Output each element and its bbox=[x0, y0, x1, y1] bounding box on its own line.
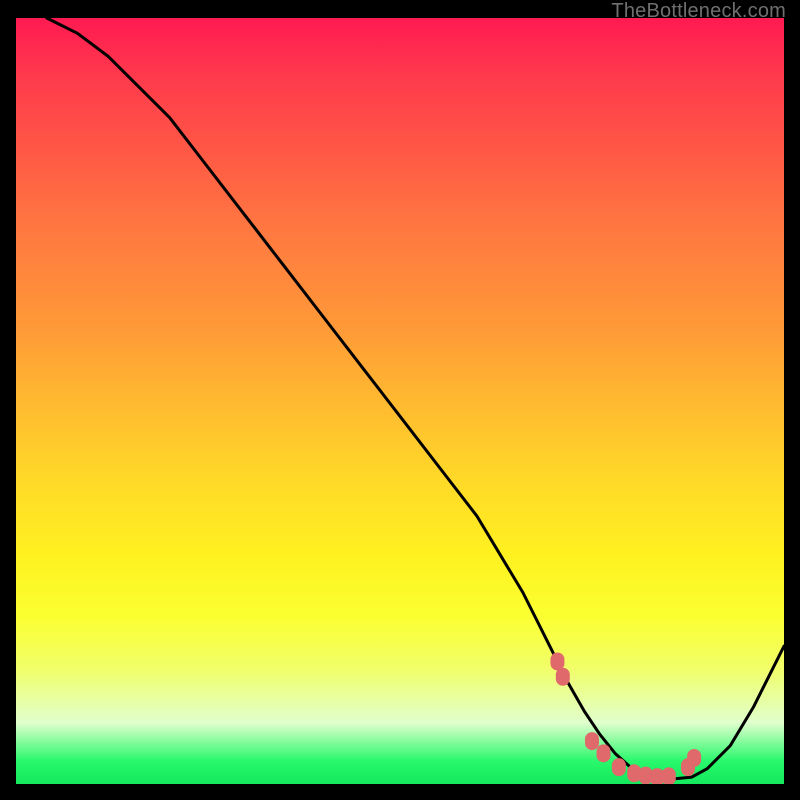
plot-area bbox=[16, 18, 784, 784]
chart-svg bbox=[16, 18, 784, 784]
highlight-dot bbox=[687, 749, 701, 767]
highlight-dot bbox=[556, 668, 570, 686]
curve-line bbox=[47, 18, 784, 779]
highlight-dot bbox=[550, 652, 564, 670]
chart-container: { "attribution": "TheBottleneck.com", "c… bbox=[0, 0, 800, 800]
highlight-dot bbox=[612, 758, 626, 776]
highlight-dot bbox=[585, 732, 599, 750]
highlight-dot bbox=[662, 767, 676, 784]
highlight-dot bbox=[597, 744, 611, 762]
